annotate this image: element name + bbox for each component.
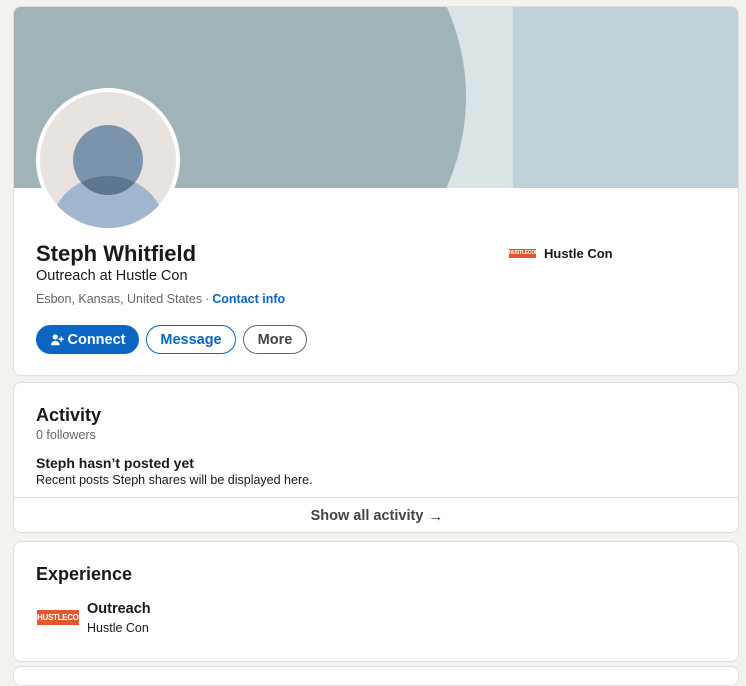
profile-name: Steph Whitfield: [36, 241, 197, 266]
connect-button-label: Connect: [67, 331, 126, 348]
show-all-activity-button[interactable]: Show all activity →: [14, 497, 738, 532]
connect-button[interactable]: Connect: [36, 325, 139, 354]
hustle-con-logo: HUSTLECON: [509, 249, 536, 258]
current-company-link[interactable]: HUSTLECON Hustle Con: [509, 246, 613, 261]
no-posts-title: Steph hasn’t posted yet: [36, 455, 194, 471]
contact-info-link[interactable]: Contact info: [212, 292, 285, 306]
avatar-overlap-shape: [73, 125, 143, 195]
experience-company: Hustle Con: [87, 621, 149, 635]
next-section-card: [13, 666, 739, 686]
profile-actions: Connect Message More: [36, 325, 307, 354]
no-posts-subtitle: Recent posts Steph shares will be displa…: [36, 473, 313, 487]
show-all-activity-label: Show all activity: [310, 508, 424, 524]
profile-avatar[interactable]: [36, 88, 180, 232]
experience-role: Outreach: [87, 601, 151, 617]
profile-card: Steph Whitfield Outreach at Hustle Con E…: [13, 6, 739, 376]
activity-card: Activity 0 followers Steph hasn’t posted…: [13, 382, 739, 533]
activity-title: Activity: [36, 405, 102, 425]
profile-headline: Outreach at Hustle Con: [36, 268, 188, 284]
experience-company-logo[interactable]: HUSTLECON: [37, 610, 79, 625]
more-button[interactable]: More: [243, 325, 307, 354]
experience-card: Experience HUSTLECON Outreach Hustle Con: [13, 541, 739, 662]
profile-location: Esbon, Kansas, United States: [36, 292, 203, 306]
location-separator: ·: [205, 292, 210, 306]
followers-count[interactable]: 0 followers: [36, 428, 96, 442]
current-company-name: Hustle Con: [544, 246, 613, 261]
profile-location-line: Esbon, Kansas, United States · Contact inf…: [36, 292, 285, 306]
arrow-right-icon: →: [428, 507, 444, 525]
message-button[interactable]: Message: [146, 325, 236, 354]
experience-title: Experience: [36, 564, 133, 584]
add-person-icon: [50, 333, 64, 345]
